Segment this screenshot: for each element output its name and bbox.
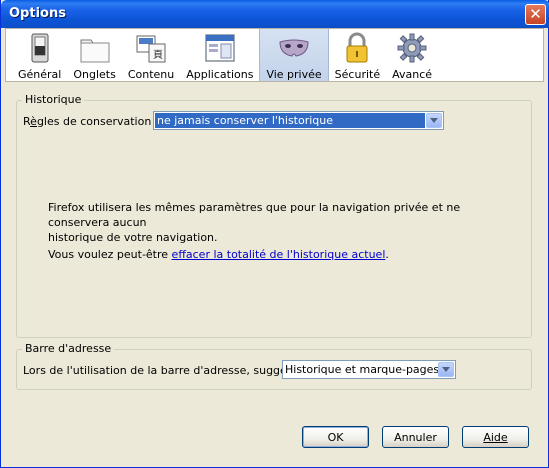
chevron-down-icon xyxy=(438,362,454,377)
pane-security[interactable]: Sécurité xyxy=(329,29,386,81)
address-bar-suggest-label: Lors de l'utilisation de la barre d'adre… xyxy=(23,364,310,377)
history-group-label: Historique xyxy=(22,93,85,106)
clear-history-link[interactable]: effacer la totalité de l'historique actu… xyxy=(172,248,386,261)
window-title: Options xyxy=(9,6,66,21)
pane-label: Sécurité xyxy=(334,68,381,81)
cancel-button[interactable]: Annuler xyxy=(382,426,449,448)
pane-label: Contenu xyxy=(127,68,175,81)
history-rules-label: Règles de conservation : xyxy=(23,115,159,128)
pane-applications[interactable]: Applications xyxy=(180,29,259,81)
padlock-icon xyxy=(341,32,373,64)
pane-label: Vie privée xyxy=(266,68,322,81)
address-bar-suggest-select[interactable]: Historique et marque-pages xyxy=(282,360,456,379)
private-mode-description: Firefox utilisera les mêmes paramètres q… xyxy=(48,201,461,244)
pane-advanced[interactable]: Avancé xyxy=(386,29,438,81)
pane-label: Applications xyxy=(186,68,254,81)
privacy-mask-icon xyxy=(278,32,310,64)
pane-label: Général xyxy=(18,68,62,81)
pane-content[interactable]: 頁 Contenu xyxy=(122,29,180,81)
general-icon xyxy=(24,32,56,64)
address-bar-group-label: Barre d'adresse xyxy=(22,342,115,355)
pane-label: Avancé xyxy=(392,68,433,81)
pane-general[interactable]: Général xyxy=(12,29,67,81)
tabs-icon xyxy=(79,32,111,64)
options-window: Options ✕ Général Onglets 頁 Contenu Appl… xyxy=(0,0,549,468)
title-bar[interactable]: Options ✕ xyxy=(1,0,549,28)
ok-button[interactable]: OK xyxy=(302,426,369,448)
preferences-pane-toolbar: Général Onglets 頁 Contenu Applications V… xyxy=(5,28,544,82)
gear-icon xyxy=(396,32,428,64)
history-mode-select[interactable]: ne jamais conserver l'historique xyxy=(153,111,444,130)
clear-history-hint: Vous voulez peut-être effacer la totalit… xyxy=(48,248,389,261)
address-bar-suggest-value: Historique et marque-pages xyxy=(285,363,438,376)
svg-text:頁: 頁 xyxy=(153,49,163,61)
pane-label: Onglets xyxy=(73,68,116,81)
content-icon: 頁 xyxy=(135,32,167,64)
help-button[interactable]: Aide xyxy=(462,426,529,448)
close-button[interactable]: ✕ xyxy=(525,4,546,25)
pane-tabs[interactable]: Onglets xyxy=(67,29,121,81)
pane-privacy[interactable]: Vie privée xyxy=(259,29,329,81)
history-mode-value: ne jamais conserver l'historique xyxy=(155,113,425,128)
close-icon: ✕ xyxy=(529,5,542,23)
applications-icon xyxy=(204,32,236,64)
chevron-down-icon xyxy=(426,113,442,128)
